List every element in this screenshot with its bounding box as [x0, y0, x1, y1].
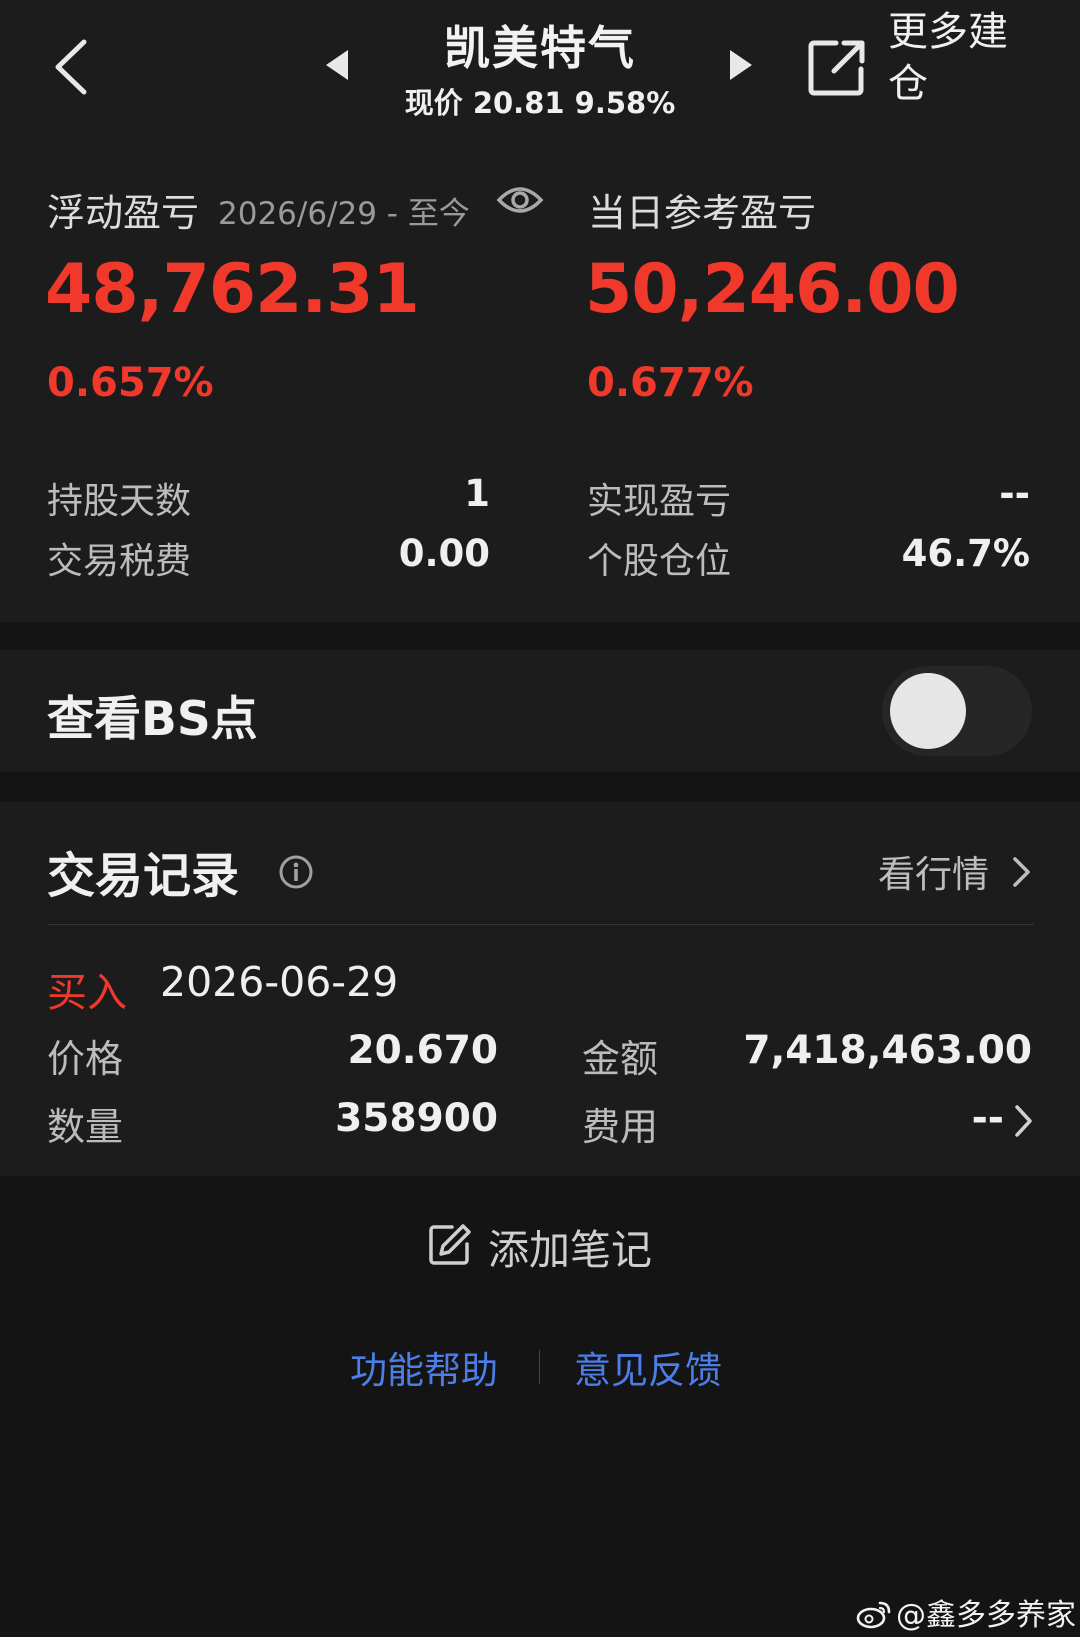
chevron-left-icon: [55, 39, 87, 95]
fee-value[interactable]: --: [900, 1096, 1004, 1141]
bs-point-toggle[interactable]: [882, 666, 1032, 756]
realized-pnl-value: --: [999, 472, 1030, 515]
stock-name: 凯美特气: [444, 21, 636, 75]
floating-pnl-value: 48,762.31: [45, 250, 420, 329]
bs-point-label: 查看BS点: [47, 692, 258, 747]
quantity-value: 358900: [335, 1096, 498, 1141]
amount-value: 7,418,463.00: [743, 1028, 1032, 1073]
today-pnl-percent: 0.677%: [587, 360, 754, 406]
price-label: 价格: [47, 1037, 124, 1081]
edit-note-icon: [429, 1224, 471, 1265]
bs-point-row: 查看BS点: [0, 650, 1080, 772]
trade-records-title: 交易记录: [47, 848, 240, 904]
amount-label: 金额: [582, 1037, 659, 1081]
feedback-link[interactable]: 意见反馈: [574, 1340, 722, 1394]
trade-date: 2026-06-29: [160, 958, 399, 1006]
trade-records-card: 交易记录 看行情 买入 2026-06-29 价格 20.670 金额 7,41…: [0, 802, 1080, 1176]
floating-pnl-percent: 0.657%: [47, 360, 214, 406]
chevron-right-icon[interactable]: [1010, 856, 1032, 888]
footer-divider: [539, 1350, 540, 1384]
prev-stock-button[interactable]: [326, 50, 348, 80]
toggle-visibility-button[interactable]: [496, 180, 544, 220]
info-icon: [279, 855, 313, 889]
external-link-icon: [808, 40, 865, 96]
eye-icon: [496, 187, 544, 213]
watermark: @鑫多多养家: [856, 1590, 1076, 1634]
holding-days-value: 1: [464, 472, 490, 515]
holding-days-label: 持股天数: [47, 481, 192, 522]
weibo-icon: [856, 1601, 891, 1629]
position-ratio-label: 个股仓位: [587, 541, 732, 582]
top-bar: 凯美特气 现价 20.81 9.58% 更多建仓: [0, 0, 1080, 130]
info-button[interactable]: [278, 854, 314, 890]
position-ratio-value: 46.7%: [901, 532, 1030, 575]
trading-fees-value: 0.00: [398, 532, 490, 575]
pnl-summary-card: 浮动盈亏 2026/6/29 - 至今 当日参考盈亏 48,762.31 50,…: [0, 130, 1080, 622]
view-market-link[interactable]: 看行情: [878, 844, 989, 898]
today-pnl-label: 当日参考盈亏: [588, 191, 817, 235]
more-positions-button[interactable]: 更多建仓: [888, 6, 1028, 110]
realized-pnl-label: 实现盈亏: [587, 481, 732, 522]
trading-fees-label: 交易税费: [47, 541, 192, 582]
divider: [47, 924, 1034, 925]
watermark-text: @鑫多多养家: [896, 1598, 1076, 1633]
help-link[interactable]: 功能帮助: [350, 1340, 498, 1394]
price-value: 20.670: [347, 1028, 499, 1073]
today-pnl-value: 50,246.00: [585, 250, 960, 329]
toggle-knob: [890, 673, 966, 749]
quantity-label: 数量: [47, 1105, 124, 1149]
fee-label: 费用: [582, 1105, 659, 1149]
next-stock-button[interactable]: [730, 50, 752, 80]
floating-pnl-period: 2026/6/29 - 至今: [218, 196, 470, 232]
chevron-right-icon[interactable]: [1012, 1104, 1034, 1138]
add-note-label: 添加笔记: [488, 1226, 652, 1274]
back-button[interactable]: [50, 36, 100, 98]
stock-price-line: 现价 20.81 9.58%: [404, 86, 676, 120]
add-note-button[interactable]: 添加笔记: [426, 1214, 666, 1274]
trade-type-badge: 买入: [47, 970, 127, 1016]
share-button[interactable]: [806, 37, 868, 99]
floating-pnl-label: 浮动盈亏: [47, 191, 200, 235]
